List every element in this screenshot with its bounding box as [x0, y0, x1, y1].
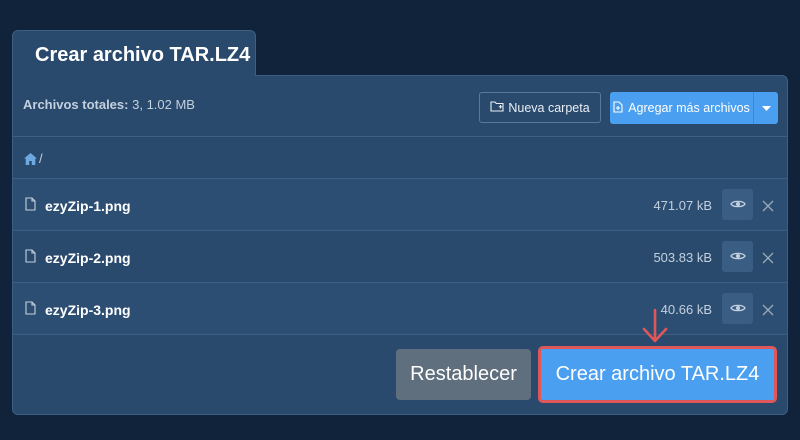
preview-button[interactable] — [722, 293, 753, 324]
eye-icon — [729, 196, 746, 214]
totals-label: Archivos totales: — [23, 97, 129, 112]
file-row: ezyZip-2.png 503.83 kB — [13, 231, 787, 283]
close-icon[interactable] — [762, 199, 774, 217]
file-icon — [25, 249, 36, 268]
file-name: ezyZip-3.png — [45, 302, 131, 318]
reset-button[interactable]: Restablecer — [396, 349, 531, 400]
file-totals: Archivos totales: 3, 1.02 MB — [23, 97, 195, 112]
eye-icon — [729, 300, 746, 318]
file-plus-icon — [613, 100, 623, 116]
file-panel: Archivos totales: 3, 1.02 MB Nueva carpe… — [12, 75, 788, 415]
file-name: ezyZip-1.png — [45, 198, 131, 214]
file-row: ezyZip-1.png 471.07 kB — [13, 179, 787, 231]
new-folder-button[interactable]: Nueva carpeta — [479, 92, 601, 123]
file-name: ezyZip-2.png — [45, 250, 131, 266]
add-files-button[interactable]: Agregar más archivos — [610, 92, 778, 124]
folder-plus-icon — [490, 100, 504, 115]
home-icon[interactable] — [24, 152, 37, 170]
tab-title: Crear archivo TAR.LZ4 — [35, 44, 251, 66]
totals-value: 3, 1.02 MB — [132, 97, 195, 112]
caret-down-icon — [761, 99, 771, 117]
add-files-label: Agregar más archivos — [628, 101, 750, 115]
file-size: 503.83 kB — [653, 250, 712, 265]
add-files-dropdown-toggle[interactable] — [753, 92, 778, 124]
breadcrumb-separator: / — [39, 151, 43, 166]
file-row: ezyZip-3.png 40.66 kB — [13, 283, 787, 335]
breadcrumb: / — [13, 137, 787, 179]
file-icon — [25, 301, 36, 320]
preview-button[interactable] — [722, 189, 753, 220]
add-files-main[interactable]: Agregar más archivos — [610, 92, 753, 124]
file-size: 471.07 kB — [653, 198, 712, 213]
close-icon[interactable] — [762, 303, 774, 321]
toolbar: Archivos totales: 3, 1.02 MB Nueva carpe… — [13, 76, 787, 137]
tab-create-tar-lz4[interactable]: Crear archivo TAR.LZ4 — [12, 30, 256, 76]
file-icon — [25, 197, 36, 216]
create-archive-button[interactable]: Crear archivo TAR.LZ4 — [538, 346, 777, 403]
preview-button[interactable] — [722, 241, 753, 272]
new-folder-label: Nueva carpeta — [508, 100, 590, 115]
arrow-down-icon — [640, 308, 670, 349]
eye-icon — [729, 248, 746, 266]
close-icon[interactable] — [762, 251, 774, 269]
